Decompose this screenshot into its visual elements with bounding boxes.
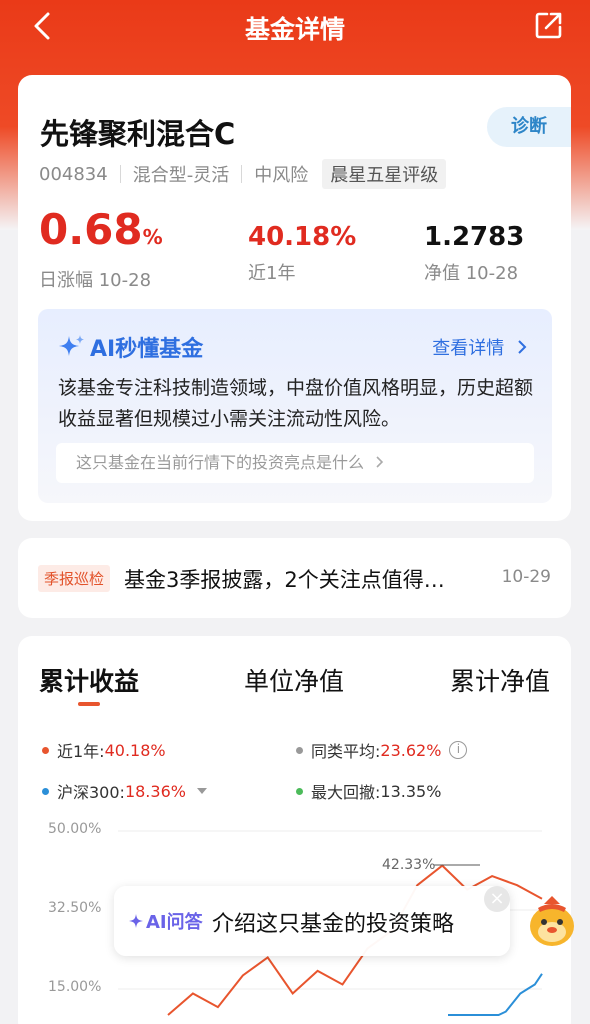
sparkle-icon [59, 335, 84, 356]
news-text: 基金3季报披露，2个关注点值得… [124, 568, 445, 592]
nav-bar: 基金详情 [0, 0, 590, 52]
share-icon[interactable] [534, 10, 564, 40]
close-icon[interactable]: × [484, 886, 510, 912]
divider [241, 165, 243, 183]
diagnose-button[interactable]: 诊断 [487, 107, 571, 147]
legend-drawdown-label: 最大回撤: [311, 783, 381, 802]
chevron-right-icon [518, 340, 527, 354]
page-title: 基金详情 [244, 15, 345, 44]
ai-suggested-question[interactable]: 这只基金在当前行情下的投资亮点是什么 [56, 443, 534, 483]
ai-insight-title: AI秒懂基金 [58, 331, 203, 363]
view-details-text: 查看详情 [432, 338, 505, 359]
legend-average: 同类平均: 23.62% i [296, 738, 468, 762]
sparkle-icon [129, 914, 143, 928]
chevron-right-icon [376, 456, 384, 468]
year-return-stat: 40.18% 近1年 [248, 219, 356, 285]
year-return-value: 40.18% [248, 222, 357, 252]
peak-value-label: 42.33% [382, 857, 436, 873]
rating-badge[interactable]: 晨星五星评级 [322, 159, 447, 189]
daily-change-stat: 0.68% 日涨幅 10-28 [39, 205, 163, 292]
legend-drawdown-value: 13.35% [380, 781, 442, 801]
ai-qa-banner[interactable]: AI问答 介绍这只基金的投资策略 × [114, 886, 510, 956]
fund-meta: 004834 混合型-灵活 中风险 晨星五星评级 [39, 159, 447, 189]
fund-summary-card: 先锋聚利混合C 诊断 004834 混合型-灵活 中风险 晨星五星评级 0.68… [18, 75, 571, 521]
legend-fund-value: 40.18% [104, 740, 166, 760]
drawdown-dot [296, 787, 303, 795]
news-tag: 季报巡检 [38, 565, 111, 592]
legend-index-label: 沪深300: [57, 783, 125, 802]
fund-dot [42, 746, 49, 754]
divider [119, 165, 121, 183]
fund-code: 004834 [39, 163, 108, 185]
fund-type: 混合型-灵活 [132, 165, 230, 186]
ai-summary-text: 该基金专注科技制造领域，中盘价值风格明显，历史超额收益显著但规模过小需关注流动性… [58, 377, 534, 430]
fund-name: 先锋聚利混合C [40, 117, 236, 151]
legend-drawdown: 最大回撤: 13.35% [296, 779, 441, 803]
daily-change-value: 0.68 [39, 205, 143, 254]
quarterly-report-card[interactable]: 季报巡检 基金3季报披露，2个关注点值得… 10-29 [18, 538, 571, 618]
daily-change-label: 日涨幅 10-28 [39, 270, 152, 291]
ai-qa-tag: AI问答 [128, 908, 203, 934]
legend-index[interactable]: 沪深300: 18.36% [42, 779, 208, 803]
year-return-label: 近1年 [248, 263, 296, 284]
mascot-icon[interactable] [524, 890, 580, 952]
ai-insight-box: AI秒懂基金 查看详情 该基金专注科技制造领域，中盘价值风格明显，历史超额收益显… [38, 309, 552, 503]
ai-qa-tag-text: AI问答 [146, 912, 203, 933]
ai-insight-title-text: AI秒懂基金 [90, 337, 204, 362]
legend-average-label: 同类平均: [311, 742, 381, 761]
tab-cumulative-return[interactable]: 累计收益 [39, 662, 139, 698]
info-icon[interactable]: i [449, 741, 468, 759]
legend-fund: 近1年: 40.18% [42, 738, 166, 762]
nav-label: 净值 10-28 [424, 263, 519, 284]
fund-risk: 中风险 [254, 165, 309, 186]
dropdown-arrow-icon[interactable] [196, 787, 208, 795]
tab-indicator [78, 702, 100, 706]
ai-question-text: 这只基金在当前行情下的投资亮点是什么 [76, 453, 365, 472]
legend-average-value: 23.62% [380, 740, 442, 760]
view-details-link[interactable]: 查看详情 [432, 334, 528, 360]
performance-chart-card: 累计收益 单位净值 累计净值 近1年: 40.18% 同类平均: 23.62% … [18, 636, 571, 1024]
news-date: 10-29 [501, 567, 551, 587]
ai-qa-text: 介绍这只基金的投资策略 [212, 912, 455, 937]
nav-value: 1.2783 [424, 222, 525, 252]
series-line-1 [448, 973, 543, 1016]
legend-index-value: 18.36% [124, 781, 186, 801]
legend-fund-label: 近1年: [57, 742, 105, 761]
tab-cumulative-nav[interactable]: 累计净值 [450, 662, 550, 698]
average-dot [296, 746, 303, 754]
nav-stat: 1.2783 净值 10-28 [424, 219, 524, 285]
daily-change-unit: % [142, 225, 163, 249]
tab-unit-nav[interactable]: 单位净值 [244, 662, 344, 698]
index-dot [42, 787, 49, 795]
